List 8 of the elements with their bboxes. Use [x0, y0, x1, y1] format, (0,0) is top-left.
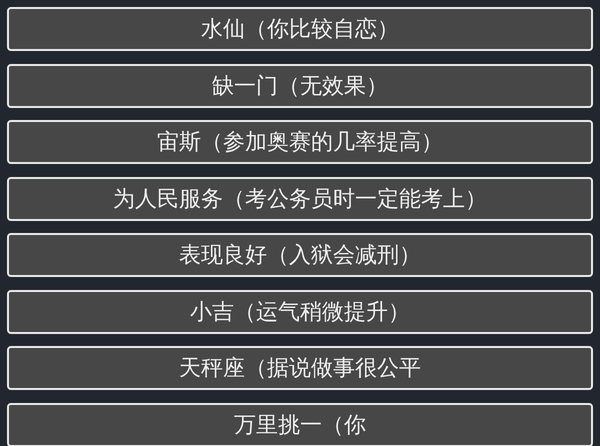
option-button[interactable]: 表现良好（入狱会减刑）: [7, 233, 593, 277]
option-button[interactable]: 天秤座（据说做事很公平: [7, 346, 593, 390]
option-button[interactable]: 水仙（你比较自恋）: [7, 7, 593, 51]
option-button[interactable]: 万里挑一（你: [7, 402, 593, 446]
option-button[interactable]: 宙斯（参加奥赛的几率提高）: [7, 120, 593, 164]
option-button[interactable]: 为人民服务（考公务员时一定能考上）: [7, 176, 593, 220]
option-button[interactable]: 小吉（运气稍微提升）: [7, 290, 593, 334]
option-button[interactable]: 缺一门（无效果）: [7, 64, 593, 108]
